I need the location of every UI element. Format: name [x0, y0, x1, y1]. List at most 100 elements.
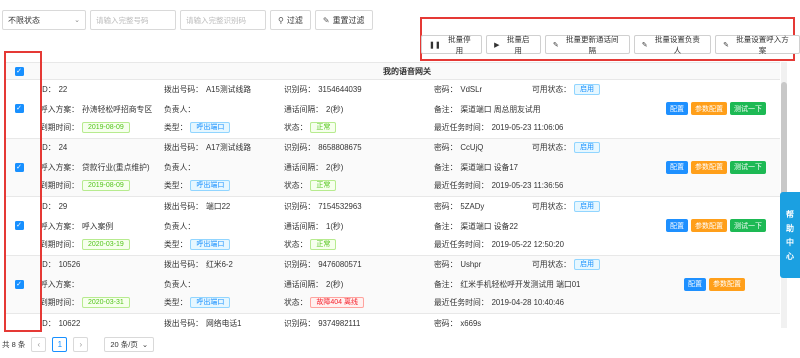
- type-tag: 呼出端口: [190, 297, 231, 308]
- batch-actions-bar: ❚❚ 批量停用 ▶ 批量启用 ✎ 批量更新通话间隔 ✎ 批量设置负责人 ✎ 批量…: [421, 35, 800, 55]
- type-tag: 呼出端口: [190, 238, 231, 250]
- status-tag: 正常: [310, 238, 337, 250]
- row-actions: 配置 参数配置 测试一下: [666, 219, 766, 232]
- interval-value: 2(秒): [325, 280, 344, 289]
- remark-value: 渠道端口 设备17: [460, 163, 519, 172]
- batch-set-plan-button[interactable]: ✎ 批量设置呼入方案: [715, 34, 800, 55]
- expire-date-tag: 2020-03-19: [81, 238, 130, 250]
- config-button[interactable]: 配置: [666, 102, 688, 115]
- pagination: 共 8 条 ‹ 1 › 20 条/页 ⌄: [2, 336, 155, 352]
- param-config-button[interactable]: 参数配置: [691, 219, 727, 232]
- gateway-id: 24: [58, 143, 68, 152]
- remark-value: 渠道端口 设备22: [460, 221, 519, 231]
- row-info: ID： 29 呼入方案： 呼入案例 到期时间： 2020-03-19 拨出号码： 端口2…: [34, 197, 780, 255]
- chevron-down-icon: ⌄: [74, 17, 80, 24]
- filter-bar: 不限状态 ⌄ ⚲ 过滤 ✎ 重置过滤: [2, 10, 373, 30]
- out-number-value: A17测试线路: [205, 143, 252, 152]
- gateway-id: 10526: [58, 260, 81, 269]
- last-task-value: 2019-05-22 12:50:20: [491, 239, 564, 249]
- filter-button-label: 过滤: [286, 15, 303, 25]
- table-row: ID： 10622 拨出号码： 网络电话1 识别码： 9374982111 密码： x6…: [4, 314, 780, 328]
- row-actions: 配置 参数配置: [684, 277, 745, 291]
- param-config-button[interactable]: 参数配置: [709, 277, 745, 291]
- page-size-select[interactable]: 20 条/页 ⌄: [104, 336, 155, 352]
- pencil-icon: ✎: [641, 41, 648, 49]
- reset-filter-button-label: 重置过滤: [332, 15, 365, 25]
- code-value: 9476080571: [318, 260, 362, 269]
- out-number-value: 网络电话1: [205, 318, 242, 328]
- gateway-id: 29: [58, 201, 68, 211]
- available-tag: 启用: [573, 142, 600, 153]
- status-tag: 正常: [310, 121, 337, 133]
- next-page-button[interactable]: ›: [73, 336, 89, 352]
- scrollbar-thumb[interactable]: [781, 82, 787, 202]
- password-value: Ushpr: [460, 260, 482, 269]
- type-tag: 呼出端口: [190, 180, 231, 191]
- number-input[interactable]: [90, 10, 176, 30]
- search-icon: ⚲: [278, 15, 284, 25]
- row-actions: 配置 参数配置 测试一下: [666, 102, 766, 115]
- last-task-value: 2019-05-23 11:06:06: [491, 122, 564, 132]
- config-button[interactable]: 配置: [666, 160, 688, 174]
- test-button[interactable]: 测试一下: [730, 102, 766, 115]
- last-task-value: 2019-05-23 11:36:56: [491, 181, 564, 190]
- code-input[interactable]: [180, 10, 266, 30]
- prev-page-button[interactable]: ‹: [31, 336, 47, 352]
- test-button[interactable]: 测试一下: [730, 160, 766, 174]
- gateway-id: 10622: [58, 318, 81, 328]
- batch-enable-label: 批量启用: [506, 34, 530, 55]
- code-value: 9374982111: [318, 318, 361, 328]
- password-value: VdSLr: [460, 84, 483, 94]
- help-center-tab[interactable]: 帮 助 中 心: [780, 192, 800, 278]
- gateway-table: ✓ 我的语音网关 ✓ ID： 22 呼入方案： 孙涛轻松呼招商专区 到期时间： 201…: [4, 62, 780, 328]
- batch-update-interval-label: 批量更新通话间隔: [565, 34, 619, 55]
- row-info: ID： 10622 拨出号码： 网络电话1 识别码： 9374982111 密码： x6…: [40, 318, 482, 328]
- batch-enable-button[interactable]: ▶ 批量启用: [486, 34, 541, 55]
- code-value: 7154532963: [318, 201, 362, 211]
- status-tag: 故障404 离线: [310, 297, 365, 308]
- page-number-button[interactable]: 1: [52, 336, 68, 352]
- table-row: ✓ ID： 22 呼入方案： 孙涛轻松呼招商专区 到期时间： 2019-08-09 拨…: [4, 80, 780, 139]
- table-row: ✓ ID： 29 呼入方案： 呼入案例 到期时间： 2020-03-19 拨出号码：端…: [4, 197, 780, 256]
- expire-date-tag: 2019-08-09: [81, 180, 130, 191]
- password-value: x669s: [460, 318, 482, 328]
- page-size-value: 20 条/页: [110, 339, 138, 349]
- reset-filter-button[interactable]: ✎ 重置过滤: [314, 10, 373, 30]
- row-actions: 配置 参数配置 测试一下: [666, 160, 766, 174]
- code-value: 3154644039: [318, 84, 362, 94]
- checkbox-column-highlight: [4, 51, 42, 332]
- out-number-value: A15测试线路: [205, 84, 252, 94]
- plan-value: 呼入案例: [81, 221, 114, 231]
- test-button[interactable]: 测试一下: [730, 219, 766, 232]
- pause-icon: ❚❚: [429, 41, 441, 49]
- batch-set-plan-label: 批量设置呼入方案: [736, 34, 789, 55]
- available-tag: 启用: [573, 200, 600, 212]
- row-info: ID： 24 呼入方案： 贷款行业(重点维护) 到期时间： 2019-08-09 拨出…: [34, 139, 780, 197]
- wrench-icon: ✎: [322, 15, 330, 25]
- config-button[interactable]: 配置: [666, 219, 688, 232]
- filter-button[interactable]: ⚲ 过滤: [270, 10, 311, 30]
- status-select-value: 不限状态: [8, 15, 40, 25]
- interval-value: 2(秒): [325, 104, 344, 114]
- interval-value: 2(秒): [325, 163, 344, 172]
- password-value: CcUjQ: [460, 143, 484, 152]
- total-count: 共 8 条: [2, 339, 26, 349]
- gateway-id: 22: [58, 84, 68, 94]
- plan-value: 贷款行业(重点维护): [81, 163, 150, 172]
- table-header: ✓ 我的语音网关: [4, 63, 780, 80]
- out-number-value: 红米6-2: [205, 260, 233, 269]
- play-icon: ▶: [494, 41, 500, 49]
- chevron-down-icon: ⌄: [141, 339, 149, 349]
- status-tag: 正常: [310, 180, 337, 191]
- param-config-button[interactable]: 参数配置: [691, 160, 727, 174]
- row-info: ID： 22 呼入方案： 孙涛轻松呼招商专区 到期时间： 2019-08-09 拨出号…: [34, 80, 780, 138]
- type-tag: 呼出端口: [190, 121, 231, 133]
- batch-update-interval-button[interactable]: ✎ 批量更新通话间隔: [544, 34, 630, 55]
- status-select[interactable]: 不限状态 ⌄: [2, 10, 86, 30]
- row-info: ID： 10526 呼入方案： 到期时间： 2020-03-31 拨出号码： 红米6-…: [34, 256, 780, 314]
- param-config-button[interactable]: 参数配置: [691, 102, 727, 115]
- remark-value: 渠道端口 周总朋友试用: [460, 104, 541, 114]
- batch-set-owner-button[interactable]: ✎ 批量设置负责人: [633, 35, 712, 55]
- batch-disable-button[interactable]: ❚❚ 批量停用: [421, 35, 483, 55]
- config-button[interactable]: 配置: [684, 277, 706, 291]
